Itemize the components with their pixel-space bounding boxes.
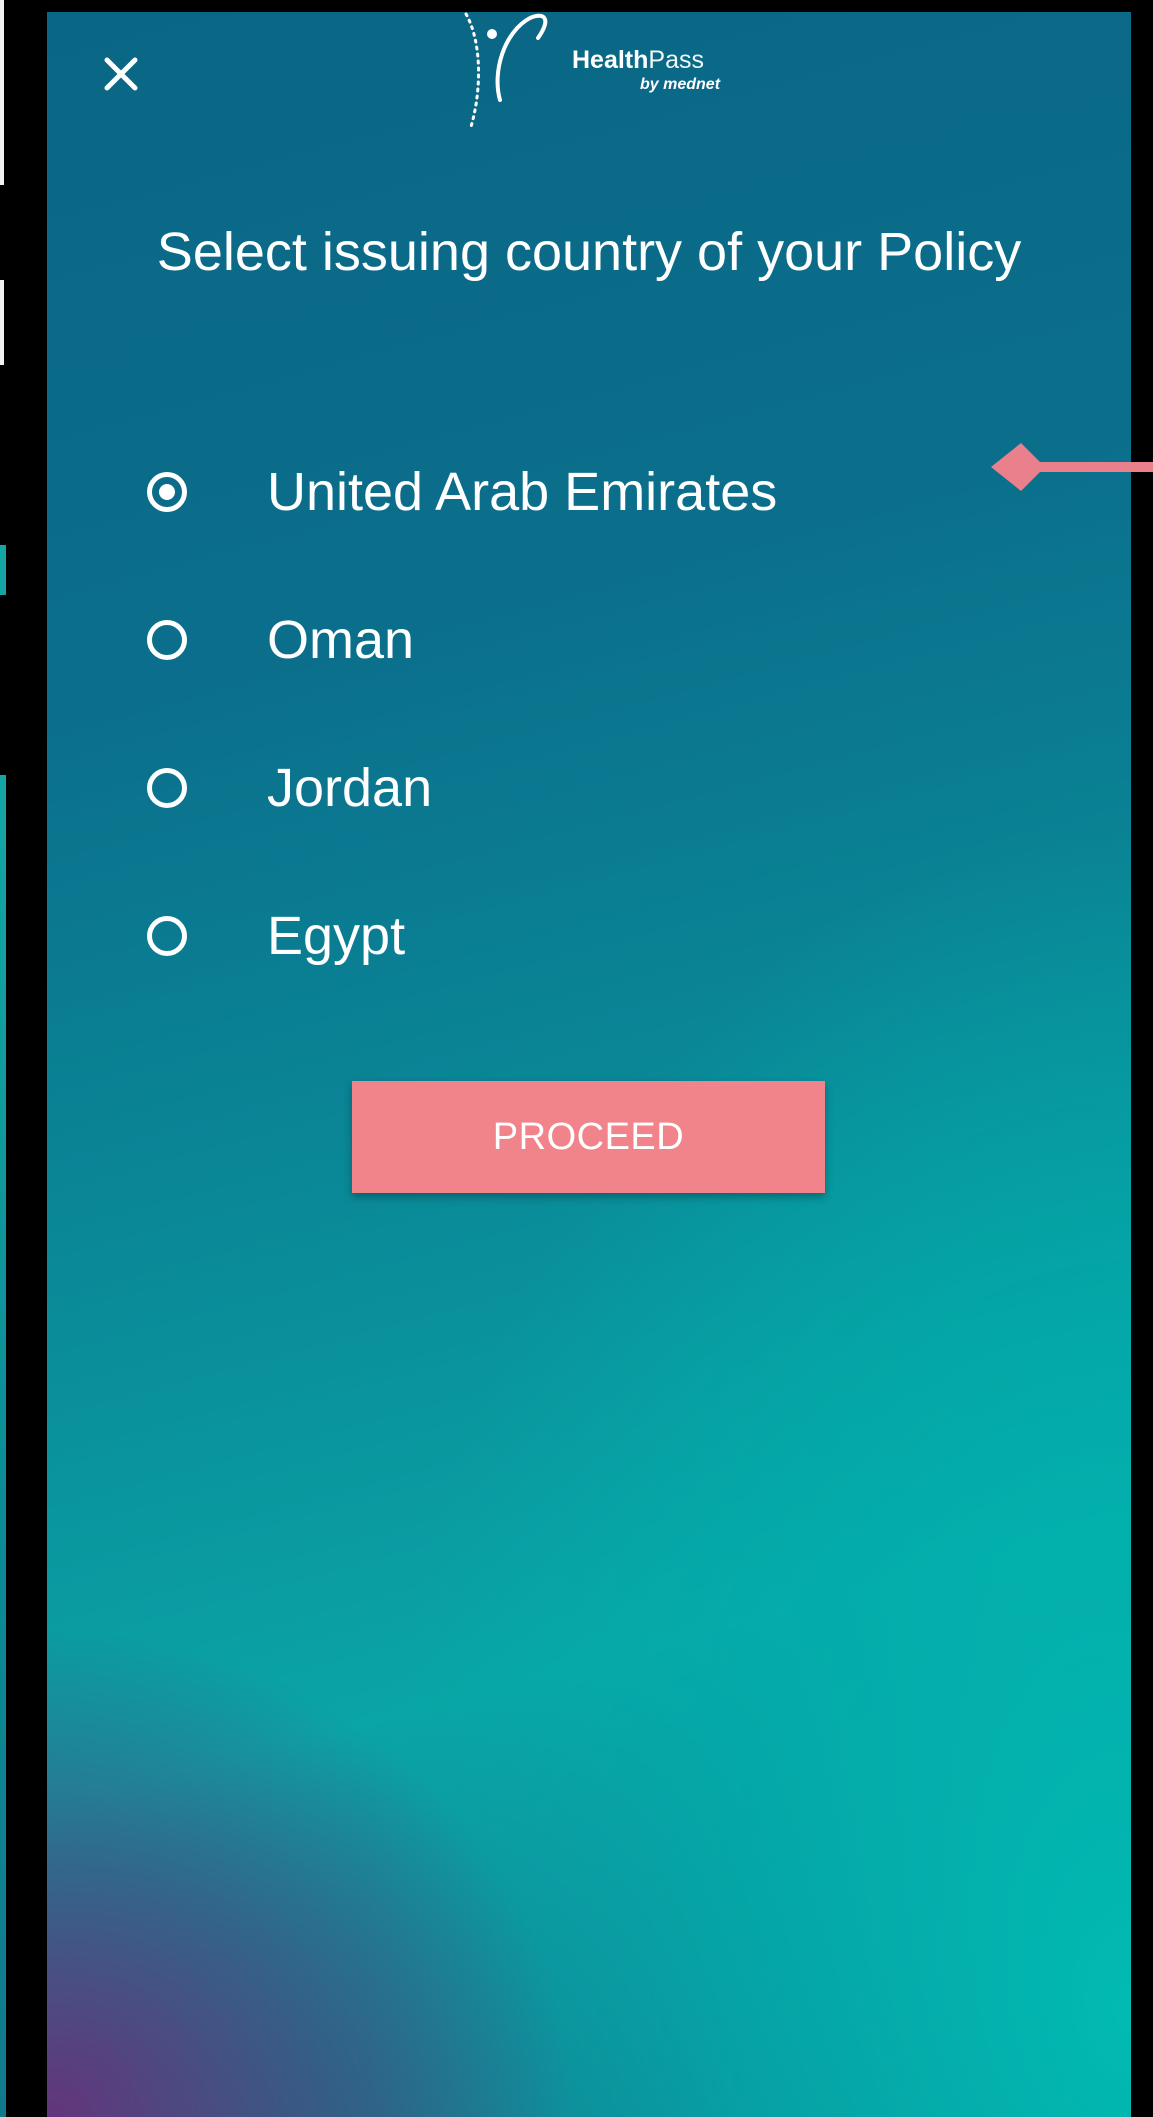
edge-artifact (0, 280, 4, 365)
logo-subtitle: by mednet (640, 76, 721, 93)
radio-label: Jordan (267, 758, 433, 818)
edge-artifact (0, 0, 4, 185)
close-button[interactable] (99, 52, 147, 100)
radio-option-jordan[interactable]: Jordan (147, 752, 907, 832)
radio-selected-dot (159, 484, 175, 500)
radio-label: United Arab Emirates (267, 462, 778, 522)
proceed-button[interactable]: PROCEED (352, 1081, 825, 1193)
radio-option-egypt[interactable]: Egypt (147, 900, 907, 980)
radio-label: Oman (267, 610, 415, 670)
screenshot-frame: HealthPass by mednet Select issuing coun… (0, 0, 1153, 2117)
radio-option-united-arab-emirates[interactable]: United Arab Emirates (147, 456, 907, 536)
close-icon (104, 57, 138, 91)
annotation-pointer-icon (991, 443, 1153, 491)
country-select-screen: HealthPass by mednet Select issuing coun… (47, 12, 1131, 2117)
logo-name-bold: Health (572, 46, 649, 74)
radio-option-oman[interactable]: Oman (147, 604, 907, 684)
edge-artifact (0, 545, 6, 595)
logo-name-light: Pass (648, 46, 704, 74)
page-title: Select issuing country of your Policy (156, 222, 1022, 282)
radio-button[interactable] (147, 620, 187, 660)
healthpass-logo: HealthPass by mednet (452, 12, 742, 132)
logo-name: HealthPass (572, 46, 704, 74)
radio-label: Egypt (267, 906, 406, 966)
edge-artifact (6, 775, 46, 2117)
radio-button[interactable] (147, 768, 187, 808)
radio-button-selected[interactable] (147, 472, 187, 512)
radio-button[interactable] (147, 916, 187, 956)
logo-mark-icon (464, 12, 548, 132)
